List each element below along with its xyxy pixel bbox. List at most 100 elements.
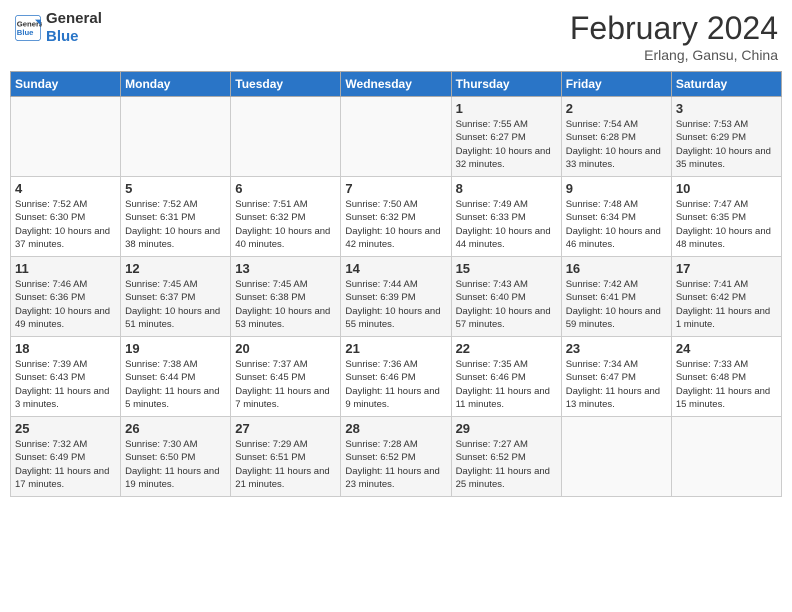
calendar-cell: 6 Sunrise: 7:51 AM Sunset: 6:32 PM Daylig… (231, 177, 341, 257)
page-header: General Blue General Blue February 2024 … (10, 10, 782, 63)
calendar-cell: 5 Sunrise: 7:52 AM Sunset: 6:31 PM Daylig… (121, 177, 231, 257)
day-number: 23 (566, 341, 667, 356)
day-info: Sunrise: 7:42 AM Sunset: 6:41 PM Dayligh… (566, 278, 667, 331)
day-number: 3 (676, 101, 777, 116)
calendar-week-row: 11 Sunrise: 7:46 AM Sunset: 6:36 PM Dayli… (11, 257, 782, 337)
calendar-cell: 4 Sunrise: 7:52 AM Sunset: 6:30 PM Daylig… (11, 177, 121, 257)
calendar-cell (231, 97, 341, 177)
day-number: 28 (345, 421, 446, 436)
calendar-week-row: 1 Sunrise: 7:55 AM Sunset: 6:27 PM Daylig… (11, 97, 782, 177)
calendar-cell: 16 Sunrise: 7:42 AM Sunset: 6:41 PM Dayli… (561, 257, 671, 337)
calendar-cell (561, 417, 671, 497)
calendar-cell: 15 Sunrise: 7:43 AM Sunset: 6:40 PM Dayli… (451, 257, 561, 337)
calendar-cell: 10 Sunrise: 7:47 AM Sunset: 6:35 PM Dayli… (671, 177, 781, 257)
day-number: 24 (676, 341, 777, 356)
day-number: 29 (456, 421, 557, 436)
day-info: Sunrise: 7:46 AM Sunset: 6:36 PM Dayligh… (15, 278, 116, 331)
calendar-cell: 27 Sunrise: 7:29 AM Sunset: 6:51 PM Dayli… (231, 417, 341, 497)
day-info: Sunrise: 7:45 AM Sunset: 6:38 PM Dayligh… (235, 278, 336, 331)
day-info: Sunrise: 7:33 AM Sunset: 6:48 PM Dayligh… (676, 358, 777, 411)
title-block: February 2024 Erlang, Gansu, China (570, 10, 778, 63)
day-number: 21 (345, 341, 446, 356)
day-number: 22 (456, 341, 557, 356)
day-number: 8 (456, 181, 557, 196)
day-number: 14 (345, 261, 446, 276)
calendar-week-row: 18Sunrise: 7:39 AM Sunset: 6:43 PM Dayli… (11, 337, 782, 417)
day-number: 6 (235, 181, 336, 196)
day-info: Sunrise: 7:52 AM Sunset: 6:31 PM Dayligh… (125, 198, 226, 251)
day-info: Sunrise: 7:45 AM Sunset: 6:37 PM Dayligh… (125, 278, 226, 331)
weekday-header: Sunday (11, 72, 121, 97)
day-number: 13 (235, 261, 336, 276)
weekday-header: Tuesday (231, 72, 341, 97)
day-info: Sunrise: 7:32 AM Sunset: 6:49 PM Dayligh… (15, 438, 116, 491)
day-number: 19 (125, 341, 226, 356)
day-number: 11 (15, 261, 116, 276)
day-info: Sunrise: 7:43 AM Sunset: 6:40 PM Dayligh… (456, 278, 557, 331)
day-number: 10 (676, 181, 777, 196)
calendar-cell: 18Sunrise: 7:39 AM Sunset: 6:43 PM Dayli… (11, 337, 121, 417)
calendar-cell: 2Sunrise: 7:54 AM Sunset: 6:28 PM Daylig… (561, 97, 671, 177)
calendar-title: February 2024 (570, 10, 778, 47)
calendar-cell: 26 Sunrise: 7:30 AM Sunset: 6:50 PM Dayli… (121, 417, 231, 497)
calendar-cell: 11 Sunrise: 7:46 AM Sunset: 6:36 PM Dayli… (11, 257, 121, 337)
calendar-cell: 29 Sunrise: 7:27 AM Sunset: 6:52 PM Dayli… (451, 417, 561, 497)
day-info: Sunrise: 7:52 AM Sunset: 6:30 PM Dayligh… (15, 198, 116, 251)
day-info: Sunrise: 7:34 AM Sunset: 6:47 PM Dayligh… (566, 358, 667, 411)
calendar-header: SundayMondayTuesdayWednesdayThursdayFrid… (11, 72, 782, 97)
weekday-header: Friday (561, 72, 671, 97)
logo-text-general: General (46, 10, 102, 28)
calendar-cell: 9Sunrise: 7:48 AM Sunset: 6:34 PM Daylig… (561, 177, 671, 257)
calendar-cell (11, 97, 121, 177)
calendar-cell: 8 Sunrise: 7:49 AM Sunset: 6:33 PM Daylig… (451, 177, 561, 257)
calendar-cell (671, 417, 781, 497)
calendar-table: SundayMondayTuesdayWednesdayThursdayFrid… (10, 71, 782, 497)
day-info: Sunrise: 7:41 AM Sunset: 6:42 PM Dayligh… (676, 278, 777, 331)
day-number: 26 (125, 421, 226, 436)
calendar-cell: 7 Sunrise: 7:50 AM Sunset: 6:32 PM Daylig… (341, 177, 451, 257)
calendar-cell: 17Sunrise: 7:41 AM Sunset: 6:42 PM Dayli… (671, 257, 781, 337)
calendar-cell: 20 Sunrise: 7:37 AM Sunset: 6:45 PM Dayli… (231, 337, 341, 417)
day-info: Sunrise: 7:49 AM Sunset: 6:33 PM Dayligh… (456, 198, 557, 251)
day-info: Sunrise: 7:36 AM Sunset: 6:46 PM Dayligh… (345, 358, 446, 411)
weekday-header: Saturday (671, 72, 781, 97)
day-info: Sunrise: 7:47 AM Sunset: 6:35 PM Dayligh… (676, 198, 777, 251)
calendar-cell: 25 Sunrise: 7:32 AM Sunset: 6:49 PM Dayli… (11, 417, 121, 497)
calendar-cell: 23 Sunrise: 7:34 AM Sunset: 6:47 PM Dayli… (561, 337, 671, 417)
calendar-cell: 3 Sunrise: 7:53 AM Sunset: 6:29 PM Daylig… (671, 97, 781, 177)
calendar-cell: 13 Sunrise: 7:45 AM Sunset: 6:38 PM Dayli… (231, 257, 341, 337)
svg-text:Blue: Blue (17, 28, 34, 37)
day-number: 20 (235, 341, 336, 356)
calendar-week-row: 25 Sunrise: 7:32 AM Sunset: 6:49 PM Dayli… (11, 417, 782, 497)
day-info: Sunrise: 7:37 AM Sunset: 6:45 PM Dayligh… (235, 358, 336, 411)
day-number: 4 (15, 181, 116, 196)
calendar-cell: 1 Sunrise: 7:55 AM Sunset: 6:27 PM Daylig… (451, 97, 561, 177)
day-number: 25 (15, 421, 116, 436)
day-info: Sunrise: 7:53 AM Sunset: 6:29 PM Dayligh… (676, 118, 777, 171)
day-info: Sunrise: 7:28 AM Sunset: 6:52 PM Dayligh… (345, 438, 446, 491)
day-info: Sunrise: 7:27 AM Sunset: 6:52 PM Dayligh… (456, 438, 557, 491)
logo-icon: General Blue (14, 14, 42, 42)
day-number: 7 (345, 181, 446, 196)
calendar-subtitle: Erlang, Gansu, China (570, 47, 778, 63)
calendar-cell (341, 97, 451, 177)
day-number: 16 (566, 261, 667, 276)
day-info: Sunrise: 7:55 AM Sunset: 6:27 PM Dayligh… (456, 118, 557, 171)
calendar-cell: 24 Sunrise: 7:33 AM Sunset: 6:48 PM Dayli… (671, 337, 781, 417)
day-number: 12 (125, 261, 226, 276)
calendar-cell: 12 Sunrise: 7:45 AM Sunset: 6:37 PM Dayli… (121, 257, 231, 337)
logo: General Blue General Blue (14, 10, 102, 46)
day-info: Sunrise: 7:30 AM Sunset: 6:50 PM Dayligh… (125, 438, 226, 491)
day-info: Sunrise: 7:48 AM Sunset: 6:34 PM Dayligh… (566, 198, 667, 251)
day-info: Sunrise: 7:29 AM Sunset: 6:51 PM Dayligh… (235, 438, 336, 491)
calendar-cell: 14Sunrise: 7:44 AM Sunset: 6:39 PM Dayli… (341, 257, 451, 337)
day-number: 1 (456, 101, 557, 116)
day-number: 15 (456, 261, 557, 276)
weekday-header: Thursday (451, 72, 561, 97)
day-info: Sunrise: 7:50 AM Sunset: 6:32 PM Dayligh… (345, 198, 446, 251)
day-number: 5 (125, 181, 226, 196)
day-number: 27 (235, 421, 336, 436)
calendar-cell: 28 Sunrise: 7:28 AM Sunset: 6:52 PM Dayli… (341, 417, 451, 497)
day-info: Sunrise: 7:51 AM Sunset: 6:32 PM Dayligh… (235, 198, 336, 251)
day-info: Sunrise: 7:39 AM Sunset: 6:43 PM Dayligh… (15, 358, 116, 411)
